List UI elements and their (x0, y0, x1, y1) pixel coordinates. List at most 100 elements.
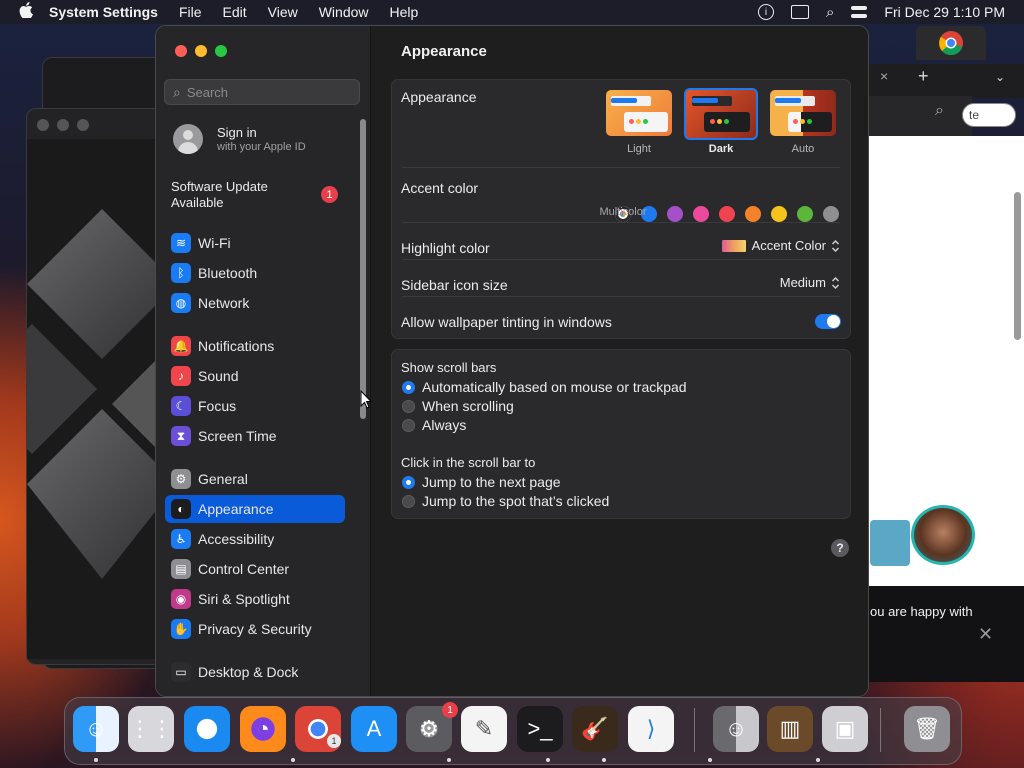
accent-swatch[interactable] (771, 206, 787, 222)
sidebar-item-screen-time[interactable]: ⧗ Screen Time (165, 422, 345, 450)
speaker-icon: ♪ (171, 366, 191, 386)
sidebar-item-appearance[interactable]: ◐ Appearance (165, 495, 345, 523)
sidebar-icon-size-label: Sidebar icon size (401, 277, 508, 293)
menu-app-name[interactable]: System Settings (49, 4, 158, 20)
safari-icon[interactable]: ✦ (184, 706, 230, 752)
control-center-menu-icon[interactable] (851, 6, 868, 18)
launchpad-icon[interactable]: ⋮⋮ (128, 706, 174, 752)
click-option-spot-clicked[interactable]: Jump to the spot that’s clicked (402, 493, 609, 509)
sidebar-item-label: Focus (198, 398, 237, 414)
wallpaper-tinting-toggle[interactable] (815, 314, 841, 329)
terminal-icon[interactable]: >_ (517, 706, 563, 752)
window-minimize-button[interactable] (195, 45, 207, 57)
menu-clock[interactable]: Fri Dec 29 1:10 PM (884, 4, 1005, 20)
radio-unselected[interactable] (402, 399, 415, 413)
appearance-option-light-label: Light (627, 143, 651, 155)
appearance-option-auto[interactable]: Auto (768, 88, 838, 160)
help-button[interactable]: ? (831, 539, 849, 557)
cookie-banner-close-icon[interactable]: ✕ (978, 624, 993, 645)
sidebar-item-sound[interactable]: ♪ Sound (165, 362, 345, 390)
sidebar-item-label: Appearance (198, 501, 274, 517)
scroll-option-automatic[interactable]: Automatically based on mouse or trackpad (402, 379, 687, 395)
menu-view[interactable]: View (268, 4, 298, 20)
sidebar-icon-size-select[interactable]: Medium (780, 275, 840, 290)
scroll-option-always[interactable]: Always (402, 417, 466, 433)
background-window-diamond[interactable] (26, 108, 163, 665)
chrome-tab-list-icon[interactable]: ⌄ (995, 70, 1005, 84)
accent-swatch[interactable] (745, 206, 761, 222)
accent-swatch[interactable] (667, 206, 683, 222)
firefox-icon[interactable]: ◔ (240, 706, 286, 752)
scroll-option-when-scrolling[interactable]: When scrolling (402, 398, 514, 414)
radio-selected[interactable] (402, 475, 415, 489)
chrome-logo-icon (939, 31, 963, 56)
sign-in-row[interactable]: Sign in with your Apple ID (165, 121, 355, 157)
sidebar-item-bluetooth[interactable]: ᛒ Bluetooth (165, 259, 345, 287)
screen-mirroring-icon[interactable] (790, 5, 809, 19)
radio-selected[interactable] (402, 380, 415, 394)
hourglass-icon: ⧗ (171, 426, 191, 446)
apple-menu-icon[interactable] (19, 1, 33, 23)
spotlight-search-icon[interactable]: ⌕ (826, 4, 834, 21)
window-close-dot[interactable] (37, 119, 49, 131)
scroll-bars-card: Show scroll bars Automatically based on … (391, 349, 851, 519)
chrome-tab-close-icon[interactable]: × (880, 68, 888, 84)
menu-help[interactable]: Help (390, 4, 419, 20)
sidebar-item-general[interactable]: ⚙ General (165, 465, 345, 493)
app-store-icon[interactable]: A (351, 706, 397, 752)
chrome-partial-button[interactable]: te (962, 103, 1016, 127)
software-update-row[interactable]: Software Update Available 1 (165, 178, 355, 212)
sidebar-item-network[interactable]: ◍ Network (165, 289, 345, 317)
sidebar-item-notifications[interactable]: 🔔 Notifications (165, 332, 345, 360)
mouse-cursor-icon (360, 390, 372, 409)
accent-swatch[interactable] (797, 206, 813, 222)
status-info-icon[interactable]: i (757, 4, 774, 20)
sidebar-item-focus[interactable]: ☾ Focus (165, 392, 345, 420)
sidebar-item-desktop-dock[interactable]: ▭ Desktop & Dock (165, 658, 345, 686)
control-center-icon: ▤ (171, 559, 191, 579)
garageband-icon[interactable]: 🎸 (572, 706, 618, 752)
accent-swatch[interactable] (719, 206, 735, 222)
bell-icon: 🔔 (171, 336, 191, 356)
finder-icon[interactable]: ☺ (73, 706, 119, 752)
accent-swatch[interactable] (823, 206, 839, 222)
appearance-option-auto-label: Auto (791, 143, 815, 155)
sidebar-item-siri-spotlight[interactable]: ◉ Siri & Spotlight (165, 585, 345, 613)
menu-file[interactable]: File (179, 4, 202, 20)
menu-edit[interactable]: Edit (223, 4, 247, 20)
menu-window[interactable]: Window (319, 4, 369, 20)
appearance-option-light[interactable]: Light (604, 88, 674, 160)
click-option-next-page[interactable]: Jump to the next page (402, 474, 561, 490)
highlight-color-select[interactable]: Accent Color (721, 238, 840, 253)
dark-thumbnail (684, 88, 758, 140)
window-minimize-dot[interactable] (57, 119, 69, 131)
window-close-button[interactable] (175, 45, 187, 57)
vscode-icon[interactable]: ⟩ (628, 706, 674, 752)
chrome-window-icon[interactable] (916, 26, 986, 60)
bluetooth-icon: ᛒ (171, 263, 191, 283)
sidebar-item-wi-fi[interactable]: ≋ Wi-Fi (165, 229, 345, 257)
appearance-icon: ◐ (171, 499, 191, 519)
light-thumbnail (606, 90, 672, 136)
textedit-icon[interactable]: ✎ (461, 706, 507, 752)
chrome-new-tab-icon[interactable]: + (918, 66, 929, 87)
window-zoom-button[interactable] (215, 45, 227, 57)
sidebar-item-accessibility[interactable]: ♿ Accessibility (165, 525, 345, 553)
radio-unselected[interactable] (402, 418, 415, 432)
sidebar-scrollbar[interactable] (360, 119, 366, 419)
accent-swatch[interactable] (693, 206, 709, 222)
appearance-card: Appearance Light Dark Auto Accent color … (391, 79, 851, 339)
window-zoom-dot[interactable] (77, 119, 89, 131)
preview-icon[interactable]: ▣ (822, 706, 868, 752)
calibre-icon[interactable]: ▥ (767, 706, 813, 752)
web-page-scrollbar[interactable] (1014, 192, 1021, 340)
finder-alt-icon[interactable]: ☺ (713, 706, 759, 752)
trash-icon[interactable]: 🗑 (904, 706, 950, 752)
sidebar-item-privacy-security[interactable]: ✋ Privacy & Security (165, 615, 345, 643)
sidebar-item-control-center[interactable]: ▤ Control Center (165, 555, 345, 583)
support-agent-avatar[interactable] (911, 505, 975, 565)
radio-unselected[interactable] (402, 494, 415, 508)
appearance-option-dark[interactable]: Dark (684, 88, 760, 160)
search-field[interactable]: ⌕ Search (164, 79, 360, 105)
chrome-search-icon[interactable]: ⌕ (935, 102, 944, 120)
